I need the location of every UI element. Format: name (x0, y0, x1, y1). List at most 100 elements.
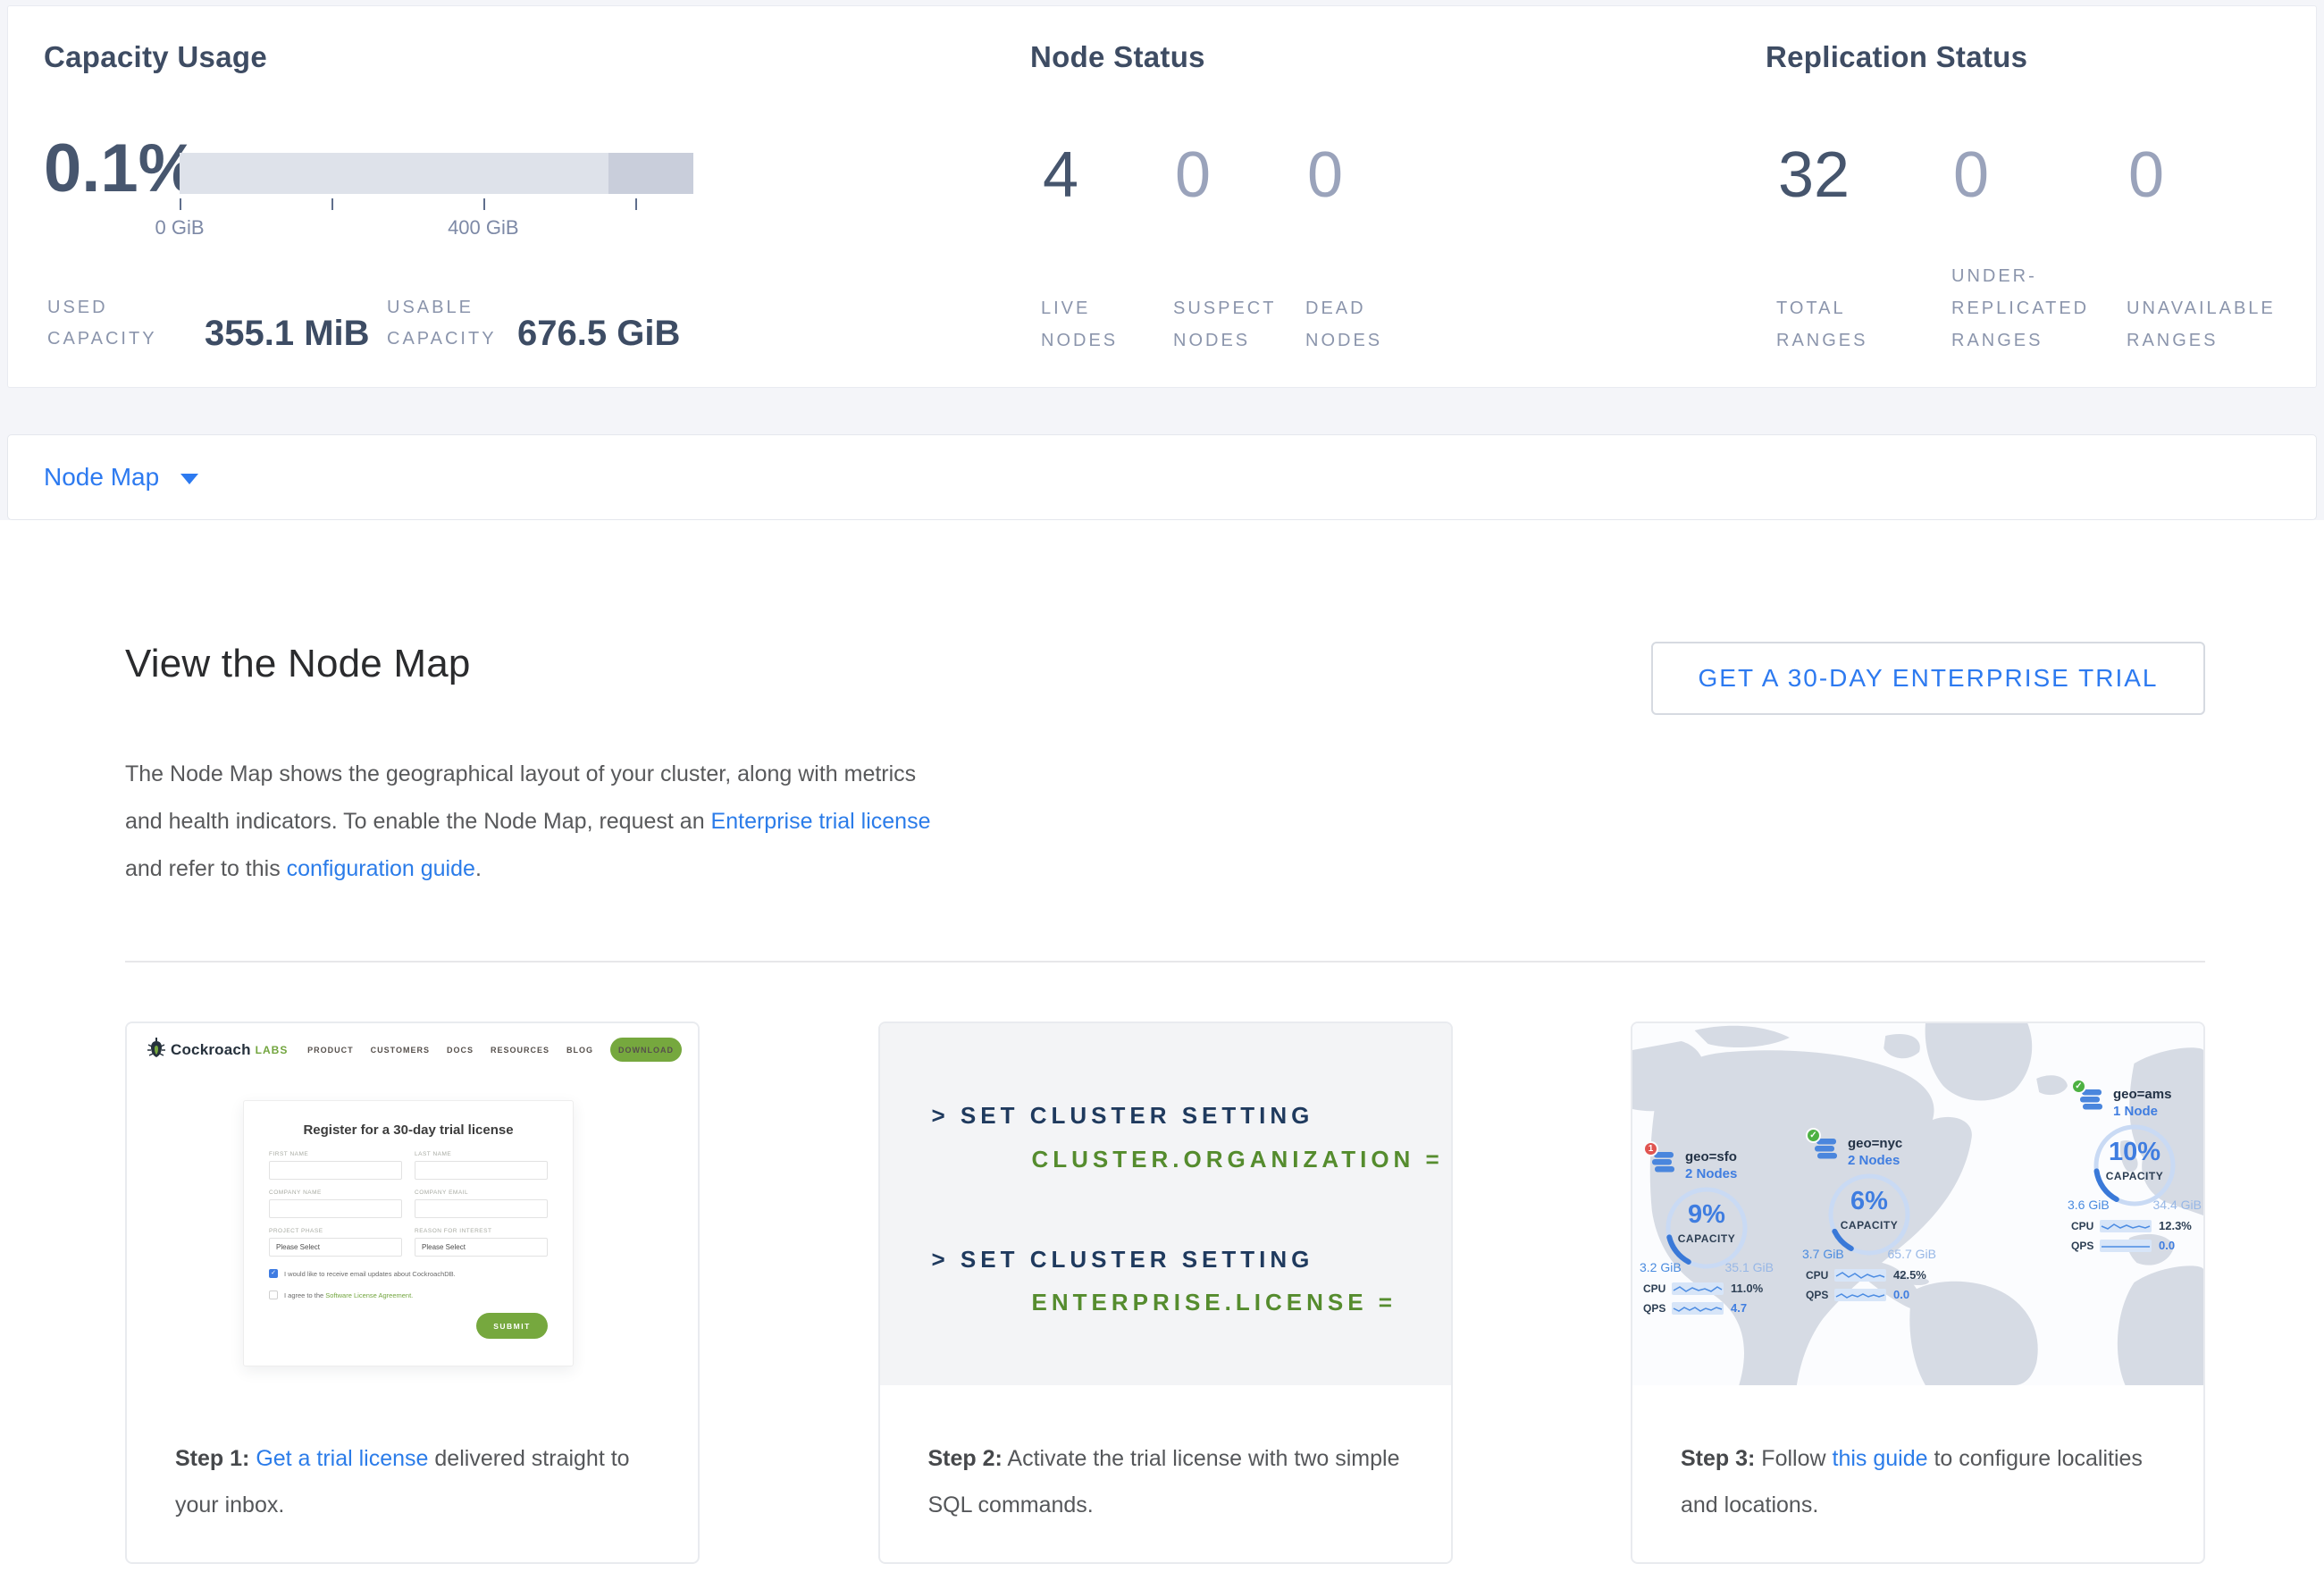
capacity-used-percent: 0.1% (44, 130, 198, 207)
locality-name: geo=ams (2113, 1086, 2171, 1103)
qps-sparkline (1834, 1289, 1886, 1301)
node-status-section: Node Status 4 0 0 LIVE NODES SUSPECT NOD… (1030, 6, 1656, 387)
unavailable-ranges-count: 0 (2128, 140, 2164, 210)
database-icon: 1 (1650, 1148, 1677, 1175)
qps-sparkline (2100, 1240, 2152, 1252)
live-nodes-count: 4 (1043, 140, 1175, 210)
enterprise-trial-license-link[interactable]: Enterprise trial license (711, 809, 931, 834)
total-ranges-label: TOTAL RANGES (1776, 292, 1933, 357)
step2-card: > SET CLUSTER SETTING CLUSTER.ORGANIZATI… (878, 1022, 1453, 1564)
mini-company-email-label: COMPANY EMAIL (415, 1190, 548, 1196)
mini-nav-blog: BLOG (566, 1046, 593, 1055)
node-map-selector-label: Node Map (44, 463, 159, 492)
mini-reason-select: Please Select (415, 1238, 548, 1257)
mini-license-agreement-link: Software License Agreement. (325, 1291, 413, 1299)
capacity-label: CAPACITY (1640, 1232, 1774, 1245)
mini-first-name-input (269, 1161, 402, 1180)
live-nodes-label: LIVE NODES (1041, 292, 1153, 357)
capacity-bar-track (180, 153, 693, 194)
sql-prompt: > (932, 1102, 961, 1129)
total-gib: 35.1 GiB (1725, 1260, 1774, 1274)
mini-first-name-label: FIRST NAME (269, 1151, 402, 1157)
mini-project-phase-label: PROJECT PHASE (269, 1228, 402, 1234)
database-icon: ✓ (2078, 1086, 2105, 1113)
cpu-label: CPU (1806, 1269, 1834, 1282)
step1-caption: Step 1: Get a trial license delivered st… (127, 1385, 698, 1562)
section-divider (125, 961, 2205, 963)
capacity-label: CAPACITY (2068, 1170, 2202, 1182)
axis-label-400gib: 400 GiB (448, 216, 519, 240)
database-icon: ✓ (1813, 1135, 1840, 1162)
dead-nodes-count: 0 (1307, 140, 1343, 210)
cpu-sparkline (1672, 1282, 1724, 1295)
sql-commands-panel: > SET CLUSTER SETTING CLUSTER.ORGANIZATI… (880, 1023, 1451, 1385)
qps-value: 0.0 (2159, 1239, 2175, 1252)
capacity-axis-labels: 0 GiB 400 GiB (180, 216, 693, 241)
total-ranges-count: 32 (1778, 140, 1953, 210)
step2-label: Step 2: (928, 1446, 1003, 1471)
capacity-percent: 10% (2068, 1138, 2202, 1167)
chevron-down-icon (180, 474, 198, 484)
capacity-bar-nonusable-segment (608, 153, 693, 194)
locality-node-count: 2 Nodes (1685, 1165, 1737, 1182)
capacity-gauge: 10% CAPACITY 3.6 GiB 34.4 GiB CPU 12.3% (2068, 1122, 2202, 1265)
description-text: . (475, 856, 482, 881)
cpu-sparkline (1834, 1269, 1886, 1282)
used-capacity-label: USED CAPACITY (47, 292, 205, 355)
sql-setting-organization: CLUSTER.ORGANIZATION = (1032, 1146, 1444, 1173)
sql-setting-license: ENTERPRISE.LICENSE = (1032, 1289, 1397, 1316)
get-trial-license-link[interactable]: Get a trial license (256, 1446, 428, 1471)
under-replicated-label: UNDER-REPLICATED RANGES (1951, 260, 2108, 357)
node-map-selector[interactable]: Node Map (7, 434, 2317, 520)
capacity-label: CAPACITY (1802, 1219, 1936, 1232)
this-guide-link[interactable]: this guide (1833, 1446, 1928, 1471)
mini-site-nav: PRODUCT CUSTOMERS DOCS RESOURCES BLOG DO… (307, 1038, 682, 1062)
suspect-nodes-count: 0 (1175, 140, 1307, 210)
capacity-stats-row: USED CAPACITY 355.1 MiB USABLE CAPACITY … (47, 292, 680, 355)
map-node-ams: ✓ geo=ams 1 Node 10% CAPACITY (2068, 1086, 2202, 1265)
locality-node-count: 1 Node (2113, 1103, 2171, 1120)
configuration-guide-link[interactable]: configuration guide (287, 856, 475, 881)
mini-company-name-label: COMPANY NAME (269, 1190, 402, 1196)
usable-capacity-label: USABLE CAPACITY (387, 292, 517, 355)
mini-project-phase-select: Please Select (269, 1238, 402, 1257)
cockroach-logo-icon (147, 1038, 166, 1062)
dead-nodes-label: DEAD NODES (1305, 292, 1417, 357)
brand-name: Cockroach (171, 1041, 251, 1059)
error-badge: 1 (1643, 1141, 1658, 1156)
brand-suffix: LABS (256, 1044, 289, 1056)
mini-nav-product: PRODUCT (307, 1046, 354, 1055)
mini-license-agreement-label: I agree to the Software License Agreemen… (284, 1291, 413, 1299)
mini-checkbox-checked: ✓ (269, 1269, 278, 1278)
cpu-value: 12.3% (2159, 1219, 2192, 1232)
replication-status-title: Replication Status (1766, 40, 2027, 74)
sql-command-1: SET CLUSTER SETTING (961, 1102, 1313, 1129)
mini-last-name-input (415, 1161, 548, 1180)
enterprise-trial-button[interactable]: GET A 30-DAY ENTERPRISE TRIAL (1651, 642, 2205, 715)
used-gib: 3.7 GiB (1802, 1247, 1844, 1261)
registration-screenshot: Cockroach LABS PRODUCT CUSTOMERS DOCS RE… (127, 1023, 698, 1385)
node-map-intro-section: View the Node Map GET A 30-DAY ENTERPRIS… (0, 642, 2324, 1564)
description-text: and refer to this (125, 856, 287, 881)
mini-download-button: DOWNLOAD (610, 1038, 682, 1062)
total-gib: 65.7 GiB (1888, 1247, 1936, 1261)
mini-company-email-input (415, 1199, 548, 1218)
mini-form-title: Register for a 30-day trial license (269, 1122, 548, 1138)
suspect-nodes-label: SUSPECT NODES (1173, 292, 1285, 357)
node-status-title: Node Status (1030, 40, 1205, 74)
node-map-preview: 1 geo=sfo 2 Nodes 9% CAPACITY (1632, 1023, 2203, 1385)
capacity-gauge: 9% CAPACITY 3.2 GiB 35.1 GiB CPU 11.0% (1640, 1185, 1774, 1328)
capacity-percent: 9% (1640, 1200, 1774, 1230)
locality-node-count: 2 Nodes (1848, 1152, 1902, 1169)
healthy-badge: ✓ (2071, 1079, 2086, 1094)
step3-card: 1 geo=sfo 2 Nodes 9% CAPACITY (1631, 1022, 2205, 1564)
mini-registration-form: Register for a 30-day trial license FIRS… (243, 1100, 574, 1366)
mini-company-name-input (269, 1199, 402, 1218)
mini-last-name-label: LAST NAME (415, 1151, 548, 1157)
axis-label-0gib: 0 GiB (155, 216, 204, 240)
step2-caption: Step 2: Activate the trial license with … (880, 1385, 1451, 1562)
mini-submit-button: SUBMIT (476, 1313, 548, 1339)
capacity-gauge: 6% CAPACITY 3.7 GiB 65.7 GiB CPU 42.5% (1802, 1172, 1936, 1315)
capacity-axis-ticks (180, 198, 693, 211)
under-replicated-count: 0 (1953, 140, 2128, 210)
